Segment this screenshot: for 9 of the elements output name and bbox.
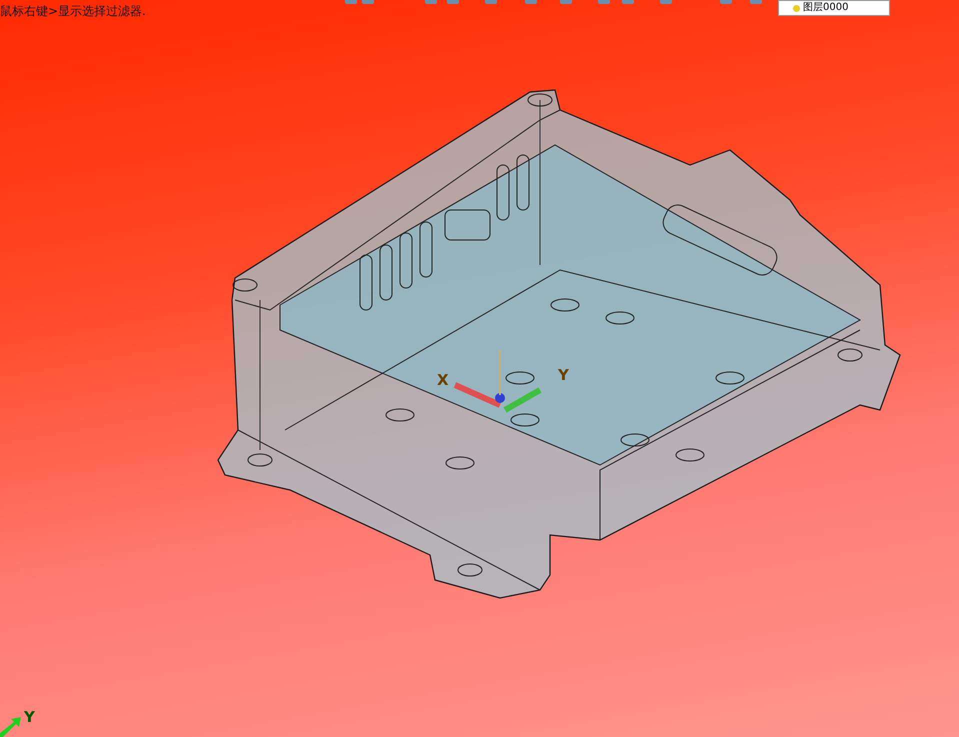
layer-name: 图层0000 xyxy=(803,3,848,13)
corner-axis-icon xyxy=(0,717,21,737)
y-axis-label: Y xyxy=(558,366,569,384)
layer-dropdown[interactable]: 图层0000 xyxy=(778,0,890,16)
axis-triad-icon xyxy=(454,350,542,413)
corner-axis-label: Y xyxy=(24,708,35,726)
hint-text: 鼠标右键>显示选择过滤器. xyxy=(0,4,146,19)
x-axis-label: X xyxy=(437,371,449,389)
bulb-icon xyxy=(793,4,800,12)
